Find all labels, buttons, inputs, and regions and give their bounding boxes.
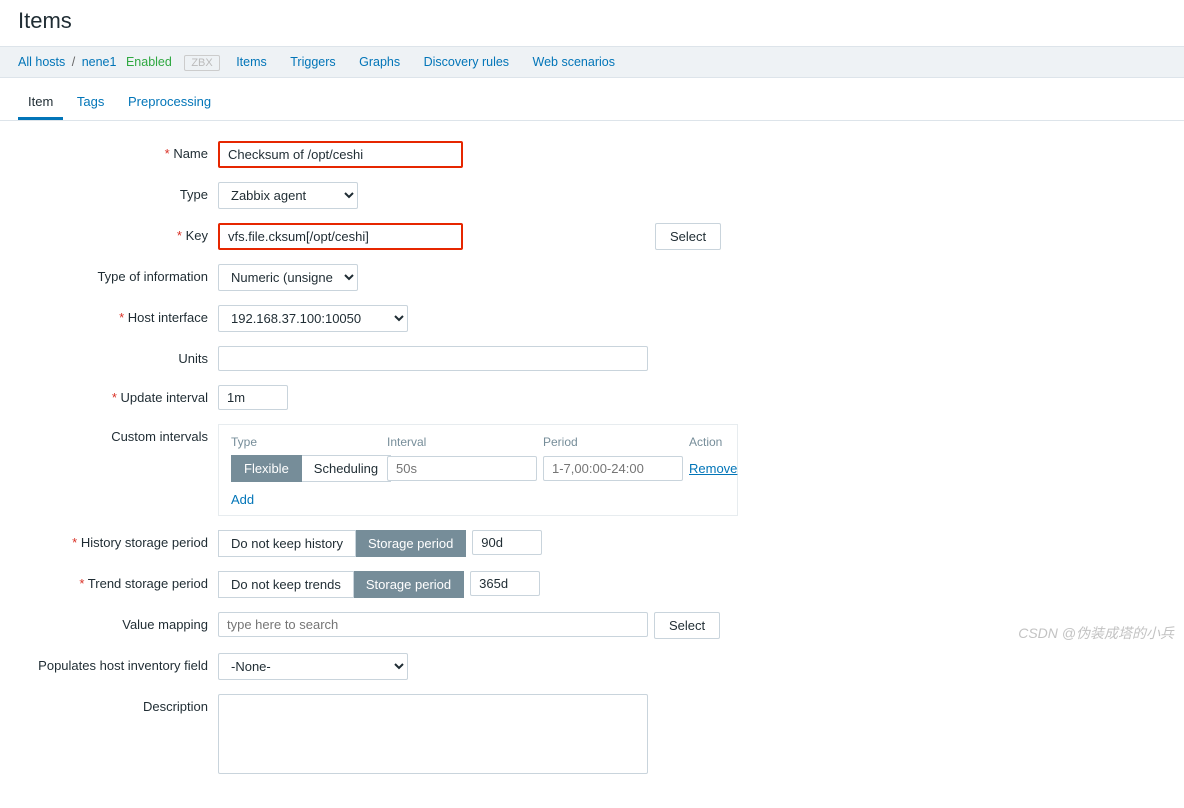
key-select-button[interactable]: Select (655, 223, 721, 250)
page-title: Items (0, 0, 1184, 46)
tab-item[interactable]: Item (18, 88, 63, 120)
history-nokeep-button[interactable]: Do not keep history (218, 530, 356, 557)
ci-add-link[interactable]: Add (231, 492, 254, 507)
ci-remove-link[interactable]: Remove (689, 461, 749, 476)
trend-period-button[interactable]: Storage period (354, 571, 464, 598)
update-label: Update interval (18, 385, 218, 405)
hostif-select[interactable]: 192.168.37.100:10050 (218, 305, 408, 332)
ci-header-type: Type (231, 435, 381, 449)
valuemap-input[interactable] (218, 612, 648, 637)
valuemap-label: Value mapping (18, 612, 218, 632)
name-label: Name (18, 141, 218, 161)
units-input[interactable] (218, 346, 648, 371)
history-label: History storage period (18, 530, 218, 550)
breadcrumb-separator: / (69, 55, 78, 69)
nav-items[interactable]: Items (236, 55, 267, 69)
ci-type-toggle: Flexible Scheduling (231, 455, 381, 482)
units-label: Units (18, 346, 218, 366)
ci-header-action: Action (689, 435, 749, 449)
type-label: Type (18, 182, 218, 202)
breadcrumb-host[interactable]: nene1 (82, 55, 117, 69)
key-label: Key (18, 223, 218, 243)
ci-flexible-button[interactable]: Flexible (231, 455, 302, 482)
trend-value-input[interactable] (470, 571, 540, 596)
custom-intervals-label: Custom intervals (18, 424, 218, 444)
nav-web[interactable]: Web scenarios (533, 55, 615, 69)
zbx-badge: ZBX (184, 55, 219, 71)
navbar: All hosts / nene1 Enabled ZBX Items Trig… (0, 46, 1184, 78)
tab-tags[interactable]: Tags (67, 88, 114, 117)
nav-triggers[interactable]: Triggers (290, 55, 335, 69)
custom-intervals-box: Type Interval Period Action Flexible Sch… (218, 424, 738, 516)
host-status-enabled: Enabled (120, 55, 178, 69)
info-select[interactable]: Numeric (unsigned) (218, 264, 358, 291)
nav-discovery[interactable]: Discovery rules (424, 55, 509, 69)
trend-label: Trend storage period (18, 571, 218, 591)
history-value-input[interactable] (472, 530, 542, 555)
ci-header-period: Period (543, 435, 683, 449)
breadcrumb-all-hosts[interactable]: All hosts (18, 55, 65, 69)
hostif-label: Host interface (18, 305, 218, 325)
key-input[interactable] (218, 223, 463, 250)
ci-period-input[interactable] (543, 456, 683, 481)
info-label: Type of information (18, 264, 218, 284)
name-input[interactable] (218, 141, 463, 168)
item-form: Name Type Zabbix agent Key Select Type o… (0, 121, 1184, 808)
ci-header-interval: Interval (387, 435, 537, 449)
ci-scheduling-button[interactable]: Scheduling (302, 455, 391, 482)
trend-nokeep-button[interactable]: Do not keep trends (218, 571, 354, 598)
inventory-select[interactable]: -None- (218, 653, 408, 680)
nav-graphs[interactable]: Graphs (359, 55, 400, 69)
history-period-button[interactable]: Storage period (356, 530, 466, 557)
ci-interval-input[interactable] (387, 456, 537, 481)
update-input[interactable] (218, 385, 288, 410)
valuemap-select-button[interactable]: Select (654, 612, 720, 639)
description-textarea[interactable] (218, 694, 648, 774)
tab-preprocessing[interactable]: Preprocessing (118, 88, 221, 117)
tabs: Item Tags Preprocessing (0, 78, 1184, 121)
description-label: Description (18, 694, 218, 714)
inventory-label: Populates host inventory field (18, 653, 218, 673)
type-select[interactable]: Zabbix agent (218, 182, 358, 209)
